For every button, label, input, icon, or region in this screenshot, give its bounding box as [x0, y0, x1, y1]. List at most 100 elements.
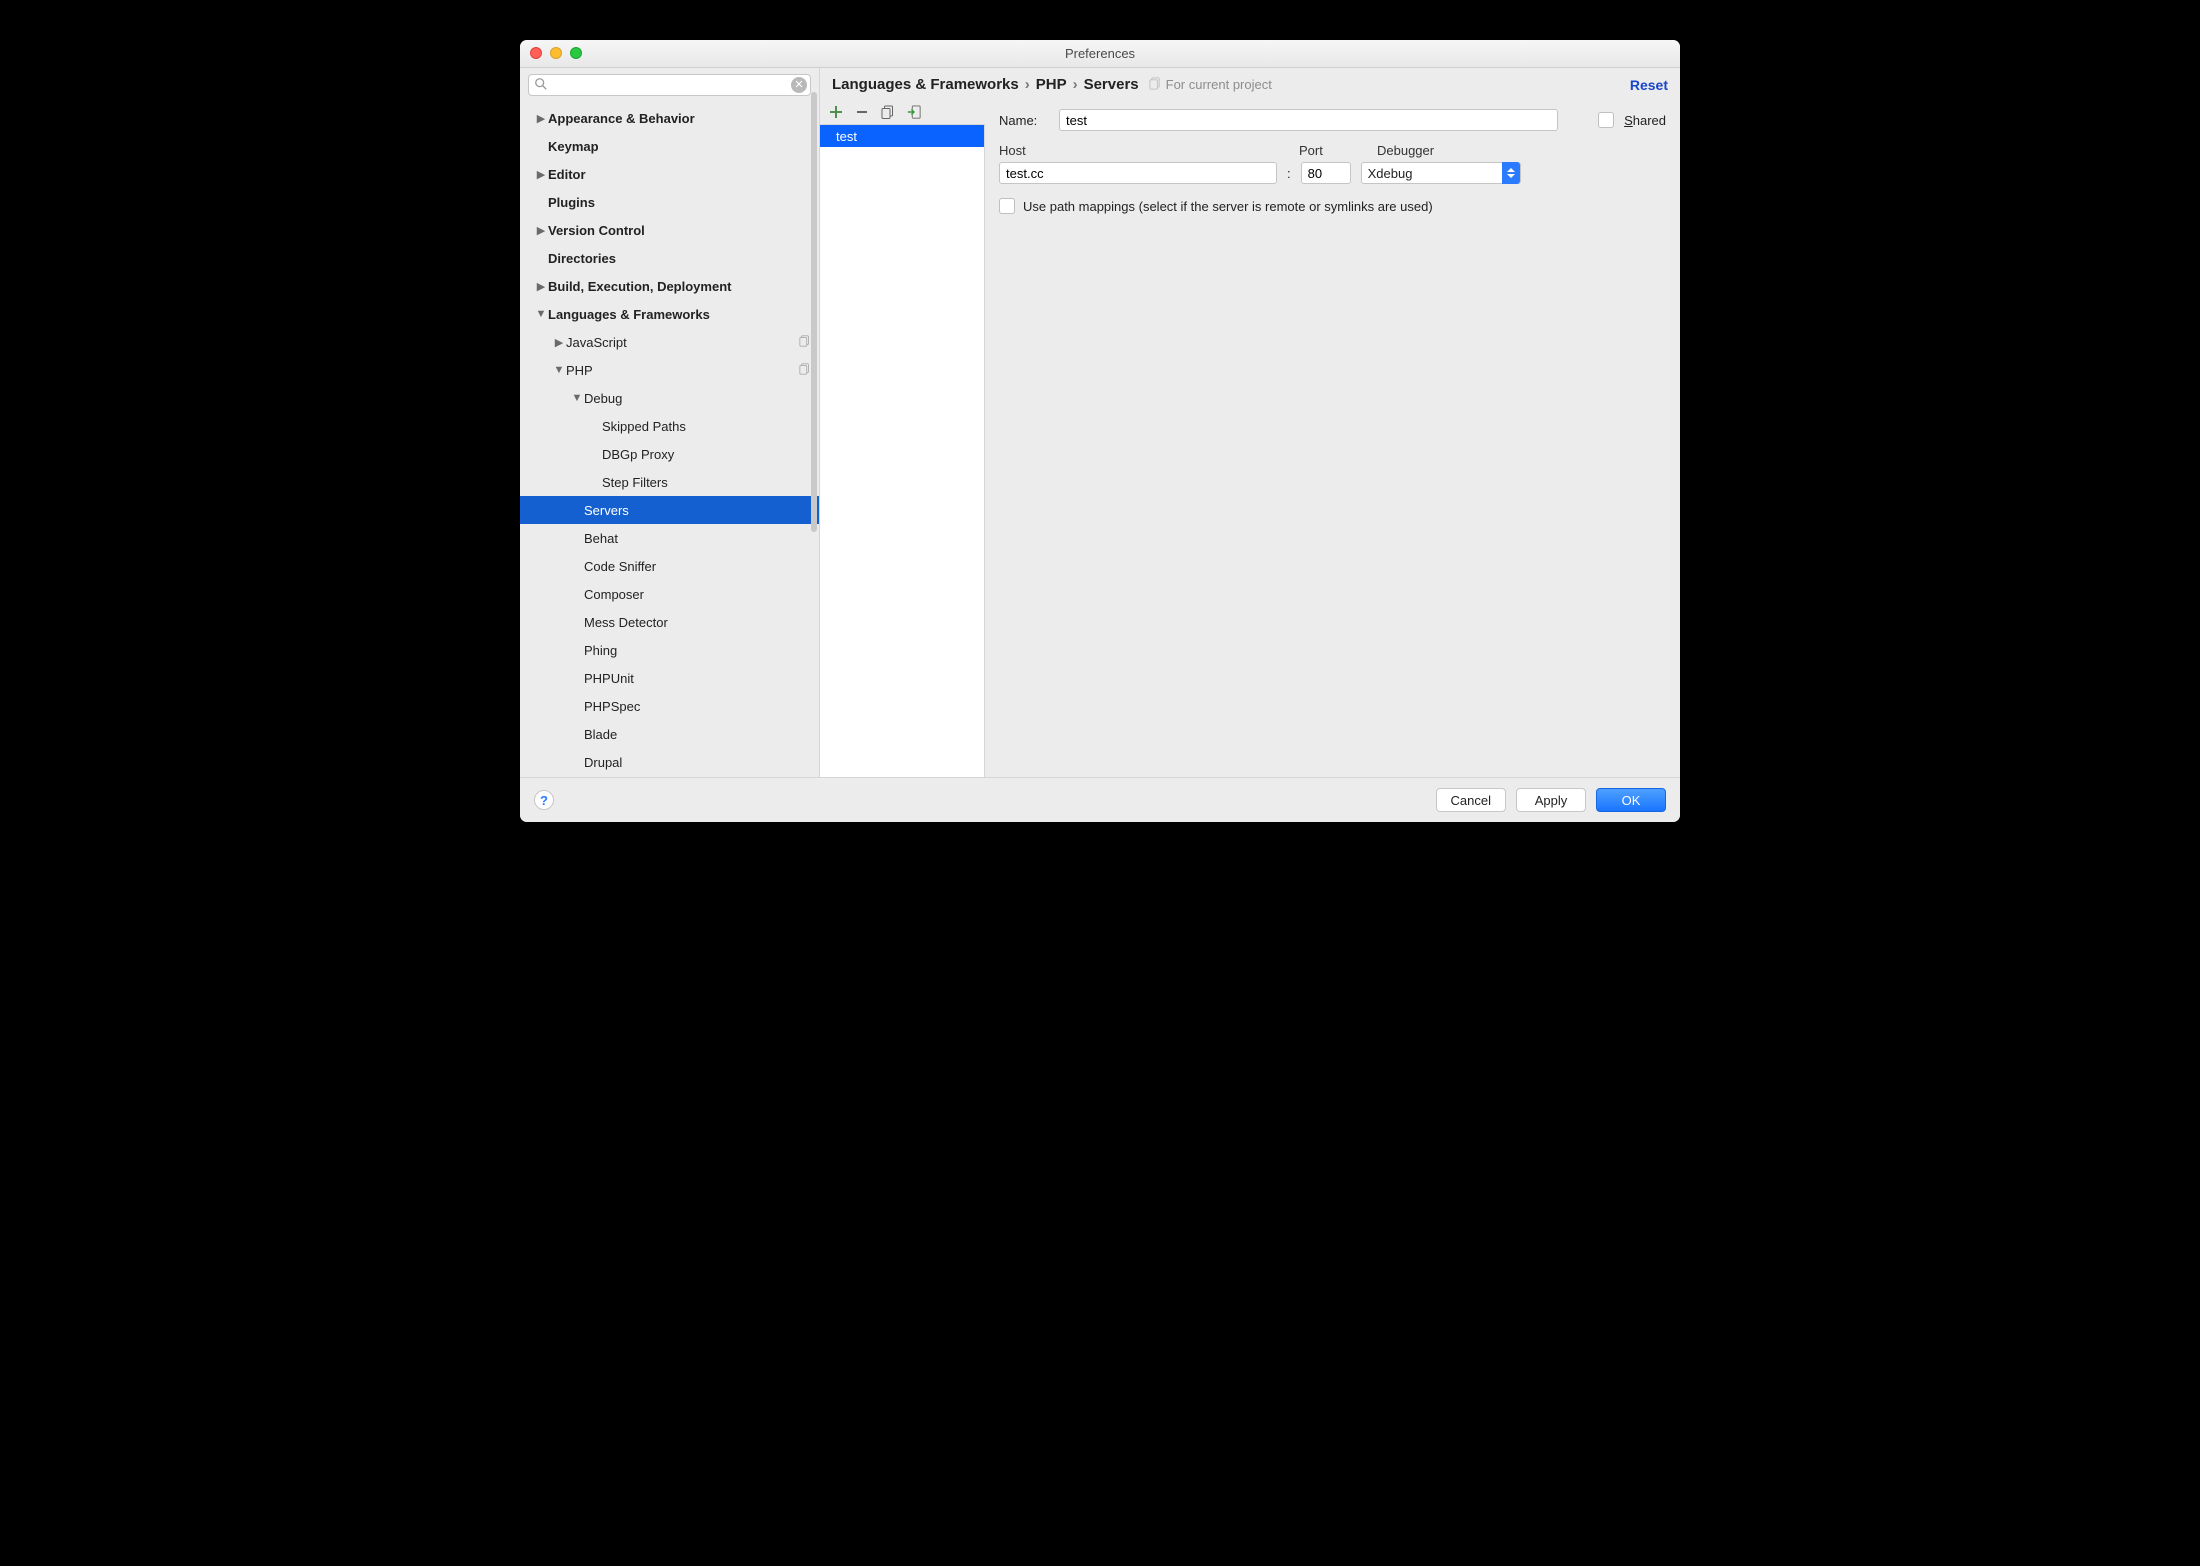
- tree-item-label: Skipped Paths: [602, 419, 686, 434]
- host-column-label: Host: [999, 143, 1279, 158]
- minimize-window-button[interactable]: [550, 47, 562, 59]
- tree-item-label: Step Filters: [602, 475, 668, 490]
- detail-panel: Languages & Frameworks › PHP › Servers F…: [820, 68, 1680, 777]
- debugger-column-label: Debugger: [1377, 143, 1434, 158]
- chevron-right-icon: ▶: [534, 112, 548, 125]
- settings-tree-item[interactable]: Step Filters: [520, 468, 819, 496]
- settings-tree-item[interactable]: Behat: [520, 524, 819, 552]
- tree-item-label: Keymap: [548, 139, 599, 154]
- server-form: Name: Shared Host Port Debugger: [985, 99, 1680, 777]
- project-scope-icon: [799, 335, 811, 350]
- tree-scrollbar[interactable]: [811, 92, 817, 532]
- chevron-down-icon: ▼: [570, 392, 584, 404]
- settings-tree[interactable]: ▶Appearance & BehaviorKeymap▶EditorPlugi…: [520, 100, 819, 777]
- settings-tree-item[interactable]: Drupal: [520, 748, 819, 776]
- shared-label: Shared: [1624, 113, 1666, 128]
- cancel-button[interactable]: Cancel: [1436, 788, 1506, 812]
- tree-item-label: PHP: [566, 363, 593, 378]
- tree-item-label: Version Control: [548, 223, 645, 238]
- remove-server-button[interactable]: [854, 104, 870, 120]
- settings-tree-item[interactable]: Skipped Paths: [520, 412, 819, 440]
- tree-item-label: PHPUnit: [584, 671, 634, 686]
- server-name-input[interactable]: [1059, 109, 1558, 131]
- settings-tree-item[interactable]: PHPUnit: [520, 664, 819, 692]
- reset-link[interactable]: Reset: [1630, 77, 1668, 93]
- port-input[interactable]: [1301, 162, 1351, 184]
- debugger-value: Xdebug: [1368, 166, 1413, 181]
- tree-item-label: Servers: [584, 503, 629, 518]
- tree-item-label: Behat: [584, 531, 618, 546]
- chevron-right-icon: ▶: [534, 224, 548, 237]
- tree-item-label: Languages & Frameworks: [548, 307, 710, 322]
- tree-item-label: Appearance & Behavior: [548, 111, 695, 126]
- settings-tree-item[interactable]: Code Sniffer: [520, 552, 819, 580]
- help-button[interactable]: ?: [534, 790, 554, 810]
- settings-tree-item[interactable]: PHPSpec: [520, 692, 819, 720]
- tree-item-label: Editor: [548, 167, 586, 182]
- settings-tree-item[interactable]: ▶JavaScript: [520, 328, 819, 356]
- path-mappings-label: Use path mappings (select if the server …: [1023, 199, 1433, 214]
- host-input[interactable]: [999, 162, 1277, 184]
- host-port-separator: :: [1287, 166, 1291, 181]
- settings-tree-item[interactable]: Phing: [520, 636, 819, 664]
- dialog-footer: ? Cancel Apply OK: [520, 778, 1680, 822]
- zoom-window-button[interactable]: [570, 47, 582, 59]
- server-list-item[interactable]: test: [820, 125, 984, 147]
- breadcrumb-scope-note: For current project: [1149, 77, 1272, 93]
- settings-tree-item[interactable]: DBGp Proxy: [520, 440, 819, 468]
- project-scope-icon: [799, 363, 811, 378]
- close-window-button[interactable]: [530, 47, 542, 59]
- debugger-select[interactable]: Xdebug: [1361, 162, 1521, 184]
- settings-tree-item[interactable]: ▶Editor: [520, 160, 819, 188]
- search-icon: [534, 77, 548, 94]
- ok-button[interactable]: OK: [1596, 788, 1666, 812]
- window-controls: [530, 47, 582, 59]
- port-column-label: Port: [1299, 143, 1357, 158]
- clear-search-icon[interactable]: ✕: [791, 77, 807, 93]
- chevron-right-icon: ▶: [534, 280, 548, 293]
- settings-tree-item[interactable]: ▶Version Control: [520, 216, 819, 244]
- chevron-right-icon: ▶: [534, 168, 548, 181]
- settings-tree-panel: ✕ ▶Appearance & BehaviorKeymap▶EditorPlu…: [520, 68, 820, 777]
- settings-search-input[interactable]: [528, 74, 811, 96]
- apply-button[interactable]: Apply: [1516, 788, 1586, 812]
- tree-item-label: Mess Detector: [584, 615, 668, 630]
- settings-tree-item[interactable]: Composer: [520, 580, 819, 608]
- settings-search: ✕: [528, 74, 811, 96]
- settings-tree-item[interactable]: Servers: [520, 496, 819, 524]
- copy-server-button[interactable]: [880, 104, 896, 120]
- chevron-down-icon: ▼: [534, 308, 548, 320]
- tree-item-label: Code Sniffer: [584, 559, 656, 574]
- add-server-button[interactable]: [828, 104, 844, 120]
- breadcrumb-part: Servers: [1084, 76, 1139, 93]
- preferences-window: Preferences ✕ ▶Appearance & BehaviorKeym…: [520, 40, 1680, 822]
- settings-tree-item[interactable]: Keymap: [520, 132, 819, 160]
- server-list[interactable]: test: [820, 125, 985, 777]
- settings-tree-item[interactable]: ▶Appearance & Behavior: [520, 104, 819, 132]
- settings-tree-item[interactable]: Plugins: [520, 188, 819, 216]
- settings-tree-item[interactable]: ▼PHP: [520, 356, 819, 384]
- dropdown-arrows-icon: [1502, 162, 1520, 184]
- tree-item-label: Composer: [584, 587, 644, 602]
- settings-tree-item[interactable]: ▼Debug: [520, 384, 819, 412]
- tree-item-label: JavaScript: [566, 335, 627, 350]
- path-mappings-checkbox[interactable]: [999, 198, 1015, 214]
- project-scope-icon: [1149, 77, 1162, 93]
- chevron-right-icon: ›: [1073, 76, 1078, 93]
- tree-item-label: Drupal: [584, 755, 622, 770]
- settings-tree-item[interactable]: Mess Detector: [520, 608, 819, 636]
- settings-tree-item[interactable]: Blade: [520, 720, 819, 748]
- chevron-right-icon: ›: [1025, 76, 1030, 93]
- chevron-down-icon: ▼: [552, 364, 566, 376]
- settings-tree-item[interactable]: Directories: [520, 244, 819, 272]
- tree-item-label: Plugins: [548, 195, 595, 210]
- breadcrumb: Languages & Frameworks › PHP › Servers F…: [820, 68, 1680, 99]
- settings-tree-item[interactable]: ▼Languages & Frameworks: [520, 300, 819, 328]
- server-list-toolbar: [820, 99, 985, 125]
- shared-checkbox[interactable]: [1598, 112, 1614, 128]
- tree-item-label: PHPSpec: [584, 699, 640, 714]
- import-server-button[interactable]: [906, 104, 922, 120]
- settings-tree-item[interactable]: ▶Build, Execution, Deployment: [520, 272, 819, 300]
- server-list-panel: test: [820, 99, 985, 777]
- name-label: Name:: [999, 113, 1049, 128]
